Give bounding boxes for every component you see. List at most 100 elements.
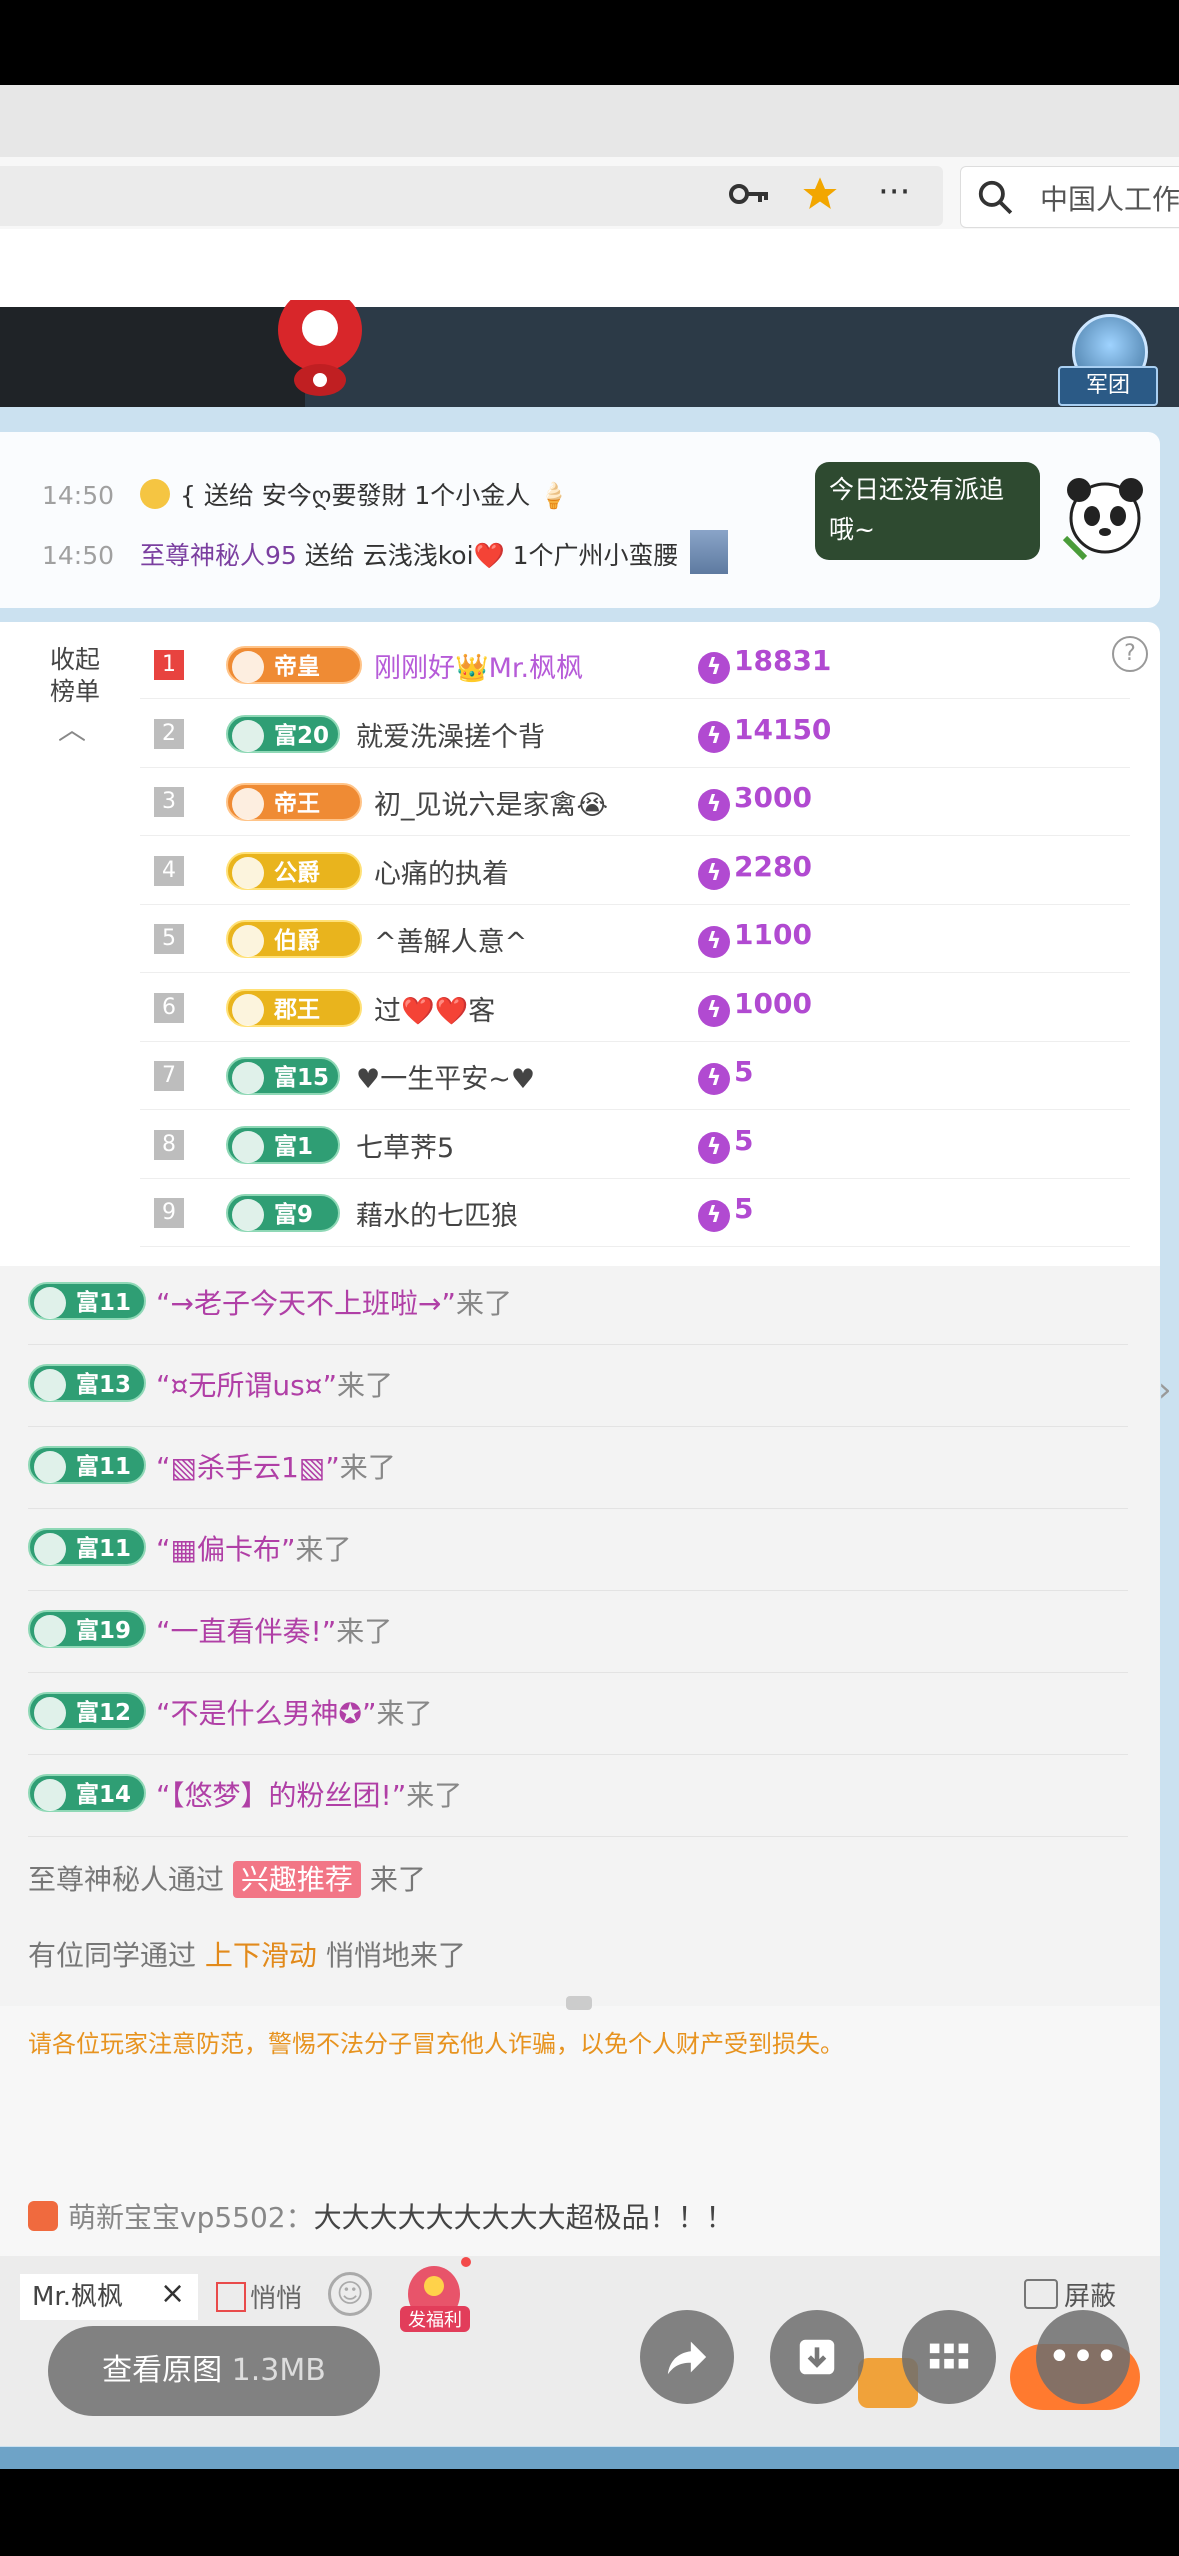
rank-score: ϟ 1000 xyxy=(698,987,812,1027)
chat-arrival-row: 富13 “¤无所谓us¤”来了 xyxy=(28,1344,1128,1427)
bottom-bar xyxy=(0,2447,1179,2469)
bolt-icon: ϟ xyxy=(698,1131,730,1164)
rank-score: ϟ 2280 xyxy=(698,850,812,890)
badge-label: 富9 xyxy=(274,1202,314,1228)
badge-icon xyxy=(34,1615,66,1647)
arrival-user-name[interactable]: “¤无所谓us¤” xyxy=(156,1369,337,1402)
badge-label: 富11 xyxy=(76,1536,132,1562)
ticker-user[interactable]: 至尊神秘人95 xyxy=(140,541,297,570)
download-icon[interactable] xyxy=(770,2310,864,2404)
arrival-suffix: 来了 xyxy=(339,1451,396,1484)
ranking-row[interactable]: 9 富9 藉水的七匹狼 ϟ 5 xyxy=(140,1178,1130,1247)
rank-number: 2 xyxy=(154,718,184,749)
fuli-gift-button[interactable]: 发福利 xyxy=(394,2256,474,2332)
ranking-row[interactable]: 3 帝王 初_见说六是家禽😭 ϟ 3000 xyxy=(140,767,1130,836)
arrival-user-name[interactable]: “▧杀手云1▧” xyxy=(156,1451,340,1484)
ranking-row[interactable]: 6 郡王 过❤️❤️客 ϟ 1000 xyxy=(140,973,1130,1042)
ranking-row[interactable]: 5 伯爵 ^善解人意^ ϟ 1100 xyxy=(140,904,1130,973)
badge-label: 富19 xyxy=(76,1618,132,1644)
level-badge: 富20 xyxy=(226,714,340,753)
level-badge: 富1 xyxy=(226,1125,340,1164)
more-icon[interactable]: ··· xyxy=(878,172,910,212)
key-icon[interactable] xyxy=(728,176,770,216)
arrival-suffix: 来了 xyxy=(376,1697,433,1730)
rank-number: 3 xyxy=(154,787,184,817)
arrival-user-name[interactable]: “▦偏卡布” xyxy=(156,1533,295,1566)
share-icon[interactable] xyxy=(640,2310,734,2404)
rank-user-name[interactable]: 心痛的执着 xyxy=(374,852,509,891)
level-badge: 公爵 xyxy=(226,851,362,890)
chevron-right-icon[interactable]: › xyxy=(1158,1370,1172,1410)
emoji-icon[interactable]: ☺ xyxy=(328,2272,372,2316)
grid-icon[interactable] xyxy=(902,2310,996,2404)
rank-user-name[interactable]: ♥一生平安~♥ xyxy=(356,1057,535,1096)
bolt-icon: ϟ xyxy=(698,652,730,684)
rank-score: ϟ5 xyxy=(698,1192,753,1232)
panda-icon[interactable] xyxy=(1055,468,1155,568)
badge-icon xyxy=(232,651,264,683)
rank-user-name[interactable]: 刚刚好👑Mr.枫枫 xyxy=(374,646,583,685)
arrival-user-name[interactable]: “→老子今天不上班啦→” xyxy=(156,1287,456,1320)
rank-user-name[interactable]: 初_见说六是家禽😭 xyxy=(374,783,608,822)
collapse-ranking-button[interactable]: 收起榜单 xyxy=(40,644,110,708)
score-value: 1100 xyxy=(734,918,812,951)
block-button[interactable]: 屏蔽 xyxy=(1024,2276,1116,2313)
rank-user-name[interactable]: 就爱洗澡搓个背 xyxy=(356,715,545,754)
bolt-icon: ϟ xyxy=(698,720,730,753)
browser-tab-strip xyxy=(0,85,1179,157)
arrival-suffix: 来了 xyxy=(406,1779,463,1812)
view-original-button[interactable]: 查看原图 1.3MB xyxy=(48,2326,380,2416)
rank-number: 9 xyxy=(154,1198,184,1228)
ranking-row[interactable]: 4 公爵 心痛的执着 ϟ 2280 xyxy=(140,836,1130,905)
chat-arrival-row: 富12 “不是什么男神✪”来了 xyxy=(28,1672,1128,1755)
level-badge: 帝皇 xyxy=(226,646,362,684)
chevron-up-icon[interactable]: ︿ xyxy=(58,708,86,748)
ranking-row[interactable]: 2 富20 就爱洗澡搓个背 ϟ 14150 xyxy=(140,699,1130,768)
badge-label: 郡王 xyxy=(274,996,320,1023)
ranking-row[interactable]: 7 富15 ♥一生平安~♥ ϟ 5 xyxy=(140,1041,1130,1110)
badge-label: 富15 xyxy=(274,1065,330,1091)
arrival-text: “不是什么男神✪”来了 xyxy=(156,1692,433,1732)
level-badge: 富19 xyxy=(28,1610,146,1648)
arrival-user-name[interactable]: “不是什么男神✪” xyxy=(156,1697,376,1730)
bolt-icon: ϟ xyxy=(698,857,730,890)
arrival-user-name[interactable]: “一直看伴奏!” xyxy=(156,1615,336,1648)
badge-icon xyxy=(34,1451,66,1483)
search-icon xyxy=(976,178,1014,220)
swipe-tag: 上下滑动 xyxy=(204,1939,317,1972)
score-value: 5 xyxy=(734,1192,754,1225)
page-blank-band xyxy=(0,229,1179,307)
badge-label: 帝皇 xyxy=(274,654,320,680)
gift-user[interactable]: 萌新宝宝vp5502： xyxy=(68,2201,314,2234)
block-label: 屏蔽 xyxy=(1064,2282,1117,2312)
panda-speech-bubble: 今日还没有派追哦~ xyxy=(815,462,1040,560)
system-message: 有位同学通过 上下滑动 悄悄地来了 xyxy=(28,1934,466,1974)
ranking-row[interactable]: 8 富1 七草荠5 ϟ 5 xyxy=(140,1110,1130,1179)
chat-arrival-row: 富11 “▦偏卡布”来了 xyxy=(28,1508,1128,1591)
ranking-row[interactable]: 1 帝皇 刚刚好👑Mr.枫枫 ϟ 18831 xyxy=(140,630,1130,699)
badge-icon xyxy=(34,1533,66,1565)
quiet-checkbox[interactable] xyxy=(216,2282,246,2312)
rank-score: ϟ 3000 xyxy=(698,781,812,821)
arrival-user-name[interactable]: “【悠梦】的粉丝团!” xyxy=(156,1779,406,1812)
score-value: 1000 xyxy=(734,986,812,1020)
rank-user-name[interactable]: 七草荠5 xyxy=(356,1126,454,1165)
expand-handle[interactable] xyxy=(566,1996,592,2010)
badge-icon xyxy=(34,1287,66,1319)
score-value: 14150 xyxy=(734,712,832,746)
rank-score: ϟ5 xyxy=(698,1124,753,1164)
rank-user-name[interactable]: 过❤️❤️客 xyxy=(374,989,495,1028)
rank-user-name[interactable]: ^善解人意^ xyxy=(374,920,527,959)
arrival-text: “¤无所谓us¤”来了 xyxy=(156,1364,393,1404)
close-icon[interactable]: × xyxy=(160,2276,185,2311)
rank-score: ϟ 14150 xyxy=(698,713,831,753)
more-options-icon[interactable]: ••• xyxy=(1036,2310,1130,2404)
legion-button[interactable]: 军团 xyxy=(1058,366,1158,406)
rank-user-name[interactable]: 藉水的七匹狼 xyxy=(356,1194,518,1233)
level-badge: 富11 xyxy=(28,1282,146,1320)
block-icon xyxy=(1024,2279,1058,2309)
gift-text: 大大大大大大大大大超极品！！！ xyxy=(313,2201,734,2234)
level-badge: 富14 xyxy=(28,1774,146,1812)
rank-score: ϟ 1100 xyxy=(698,918,812,958)
star-icon[interactable] xyxy=(800,174,840,218)
